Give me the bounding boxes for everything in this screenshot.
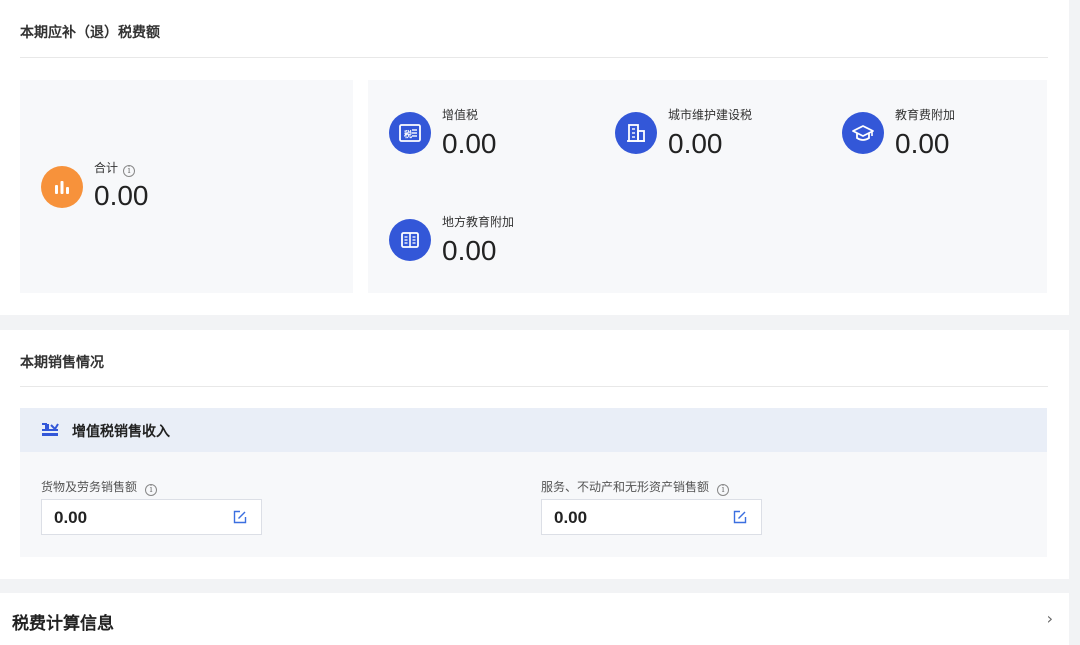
total-card: 合计 i 0.00	[20, 80, 353, 293]
services-sales-label-row: 服务、不动产和无形资产销售额 i	[541, 478, 730, 496]
total-label: 合计	[94, 161, 119, 175]
tax-breakdown-card: 税 增值税 0.00 城市维护建设税 0.00 教育费附加 0.00 地方教育附…	[368, 80, 1047, 293]
graduation-cap-icon	[842, 112, 884, 154]
goods-sales-value: 0.00	[54, 508, 88, 527]
vat-sales-box: 增值税销售收入 货物及劳务销售额 i 0.00 服务、不动产和无形资产销售额 i 0…	[20, 408, 1047, 557]
goods-sales-label: 货物及劳务销售额	[41, 480, 138, 494]
local-education-label: 地方教育附加	[442, 215, 515, 229]
summary-section-title: 本期应补（退）税费额	[20, 25, 160, 41]
total-label-row: 合计 i	[94, 159, 136, 177]
sales-divider	[20, 386, 1048, 387]
book-icon	[389, 219, 431, 261]
local-education-value: 0.00	[442, 235, 497, 266]
summary-divider	[20, 57, 1048, 58]
urban-tax-label: 城市维护建设税	[668, 108, 753, 122]
vat-sales-icon	[40, 421, 60, 443]
urban-tax-value: 0.00	[668, 128, 723, 159]
info-icon[interactable]: i	[145, 484, 158, 496]
education-surcharge-value: 0.00	[895, 128, 950, 159]
services-sales-label: 服务、不动产和无形资产销售额	[541, 480, 710, 494]
building-icon	[615, 112, 657, 154]
vat-sales-title: 增值税销售收入	[72, 424, 170, 440]
info-icon[interactable]: i	[123, 165, 136, 177]
vat-sales-header: 增值税销售收入	[20, 408, 1047, 452]
edit-icon[interactable]	[733, 510, 747, 524]
info-icon[interactable]: i	[717, 484, 730, 496]
vat-label: 增值税	[442, 108, 479, 122]
tax-summary-panel: 本期应补（退）税费额 合计 i 0.00 税 增值税 0.00 城市维护建设税 …	[0, 0, 1069, 315]
svg-text:税: 税	[404, 129, 412, 139]
chevron-right-icon[interactable]: ›	[1047, 609, 1053, 628]
services-sales-input[interactable]: 0.00	[541, 499, 762, 535]
vat-value: 0.00	[442, 128, 497, 159]
goods-sales-label-row: 货物及劳务销售额 i	[41, 478, 158, 496]
calc-info-row[interactable]: 税费计算信息 ›	[0, 593, 1069, 645]
services-sales-value: 0.00	[554, 508, 588, 527]
bar-chart-icon	[41, 166, 83, 208]
sales-section-title: 本期销售情况	[20, 355, 104, 371]
total-value: 0.00	[94, 180, 149, 211]
calc-info-title: 税费计算信息	[12, 614, 114, 634]
edit-icon[interactable]	[233, 510, 247, 524]
tax-document-icon: 税	[389, 112, 431, 154]
goods-sales-input[interactable]: 0.00	[41, 499, 262, 535]
education-surcharge-label: 教育费附加	[895, 108, 956, 122]
